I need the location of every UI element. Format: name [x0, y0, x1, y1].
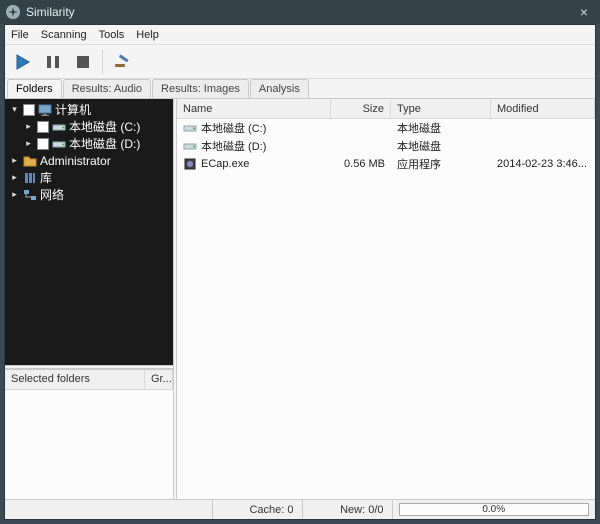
computer-icon: [38, 103, 52, 117]
checkbox[interactable]: [23, 104, 35, 116]
main-window: Similarity × File Scanning Tools Help: [0, 0, 600, 524]
tabs-row: Folders Results: Audio Results: Images A…: [5, 79, 595, 99]
list-item[interactable]: 本地磁盘 (C:) 本地磁盘: [177, 119, 595, 137]
list-item[interactable]: ECap.exe 0.56 MB 应用程序 2014-02-23 3:46...: [177, 155, 595, 173]
progress-bar: 0.0%: [399, 503, 590, 516]
menu-scanning[interactable]: Scanning: [41, 29, 87, 41]
progress-text: 0.0%: [482, 504, 505, 515]
file-type: 本地磁盘: [397, 138, 441, 154]
col-group[interactable]: Gr...: [145, 370, 173, 389]
tree-item-drive-c[interactable]: ▸ 本地磁盘 (C:): [5, 118, 173, 135]
settings-button[interactable]: [108, 48, 136, 76]
tree-item-administrator[interactable]: ▸ Administrator: [5, 152, 173, 169]
file-list-body[interactable]: 本地磁盘 (C:) 本地磁盘 本地磁盘 (D:) 本地磁盘 ECap.exe 0…: [177, 119, 595, 499]
tree-label: 网络: [40, 186, 64, 203]
tab-results-audio[interactable]: Results: Audio: [63, 79, 151, 98]
selected-folders-header: Selected folders Gr...: [5, 370, 173, 390]
window-title: Similarity: [26, 5, 574, 19]
pause-button[interactable]: [39, 48, 67, 76]
tab-analysis[interactable]: Analysis: [250, 79, 309, 98]
menu-help[interactable]: Help: [136, 29, 159, 41]
window-inner: File Scanning Tools Help Folders Results…: [4, 24, 596, 520]
left-pane: ▾ 计算机 ▸ 本地磁盘 (C:) ▸: [5, 99, 173, 499]
expand-icon[interactable]: ▸: [9, 155, 20, 166]
file-size: 0.56 MB: [344, 158, 385, 170]
drive-icon: [183, 121, 197, 135]
tree-item-libraries[interactable]: ▸ 库: [5, 169, 173, 186]
network-icon: [23, 188, 37, 202]
menu-tools[interactable]: Tools: [99, 29, 125, 41]
col-name[interactable]: Name: [177, 99, 331, 118]
folder-icon: [23, 154, 37, 168]
expand-icon[interactable]: ▸: [9, 172, 20, 183]
statusbar: Cache: 0 New: 0/0 0.0%: [5, 499, 595, 519]
tree-item-computer[interactable]: ▾ 计算机: [5, 101, 173, 118]
play-button[interactable]: [9, 48, 37, 76]
menu-file[interactable]: File: [11, 29, 29, 41]
drive-icon: [183, 139, 197, 153]
tab-folders[interactable]: Folders: [7, 79, 62, 98]
stop-button[interactable]: [69, 48, 97, 76]
expand-icon[interactable]: ▸: [9, 189, 20, 200]
exe-icon: [183, 157, 197, 171]
collapse-icon[interactable]: ▾: [9, 104, 20, 115]
tree-label: Administrator: [40, 154, 111, 168]
tree-item-network[interactable]: ▸ 网络: [5, 186, 173, 203]
file-name: 本地磁盘 (C:): [201, 120, 266, 136]
tree-label: 本地磁盘 (D:): [69, 135, 140, 152]
titlebar[interactable]: Similarity ×: [0, 0, 600, 24]
close-icon[interactable]: ×: [574, 4, 594, 20]
file-modified: 2014-02-23 3:46...: [497, 158, 587, 170]
col-selected-folders[interactable]: Selected folders: [5, 370, 145, 389]
drive-icon: [52, 137, 66, 151]
status-cache: Cache: 0: [213, 500, 303, 519]
checkbox[interactable]: [37, 121, 49, 133]
libraries-icon: [23, 171, 37, 185]
folder-tree[interactable]: ▾ 计算机 ▸ 本地磁盘 (C:) ▸: [5, 99, 173, 365]
status-empty: [5, 500, 213, 519]
file-type: 应用程序: [397, 156, 441, 172]
body-area: ▾ 计算机 ▸ 本地磁盘 (C:) ▸: [5, 99, 595, 499]
file-name: 本地磁盘 (D:): [201, 138, 266, 154]
toolbar: [5, 45, 595, 79]
status-new: New: 0/0: [303, 500, 393, 519]
checkbox[interactable]: [37, 138, 49, 150]
list-item[interactable]: 本地磁盘 (D:) 本地磁盘: [177, 137, 595, 155]
status-progress: 0.0%: [393, 500, 596, 519]
file-list-pane: Name Size Type Modified 本地磁盘 (C:) 本地磁盘 本…: [177, 99, 595, 499]
tab-results-images[interactable]: Results: Images: [152, 79, 249, 98]
expand-icon[interactable]: ▸: [23, 121, 34, 132]
file-list-header: Name Size Type Modified: [177, 99, 595, 119]
file-name: ECap.exe: [201, 158, 249, 170]
tree-item-drive-d[interactable]: ▸ 本地磁盘 (D:): [5, 135, 173, 152]
toolbar-separator: [102, 50, 103, 74]
col-type[interactable]: Type: [391, 99, 491, 118]
expand-icon[interactable]: ▸: [23, 138, 34, 149]
tree-label: 计算机: [55, 101, 91, 118]
col-size[interactable]: Size: [331, 99, 391, 118]
selected-folders-panel: Selected folders Gr...: [5, 369, 173, 499]
tree-label: 本地磁盘 (C:): [69, 118, 140, 135]
file-type: 本地磁盘: [397, 120, 441, 136]
app-icon: [6, 5, 20, 19]
drive-icon: [52, 120, 66, 134]
tree-label: 库: [40, 169, 52, 186]
col-modified[interactable]: Modified: [491, 99, 595, 118]
menubar: File Scanning Tools Help: [5, 25, 595, 45]
